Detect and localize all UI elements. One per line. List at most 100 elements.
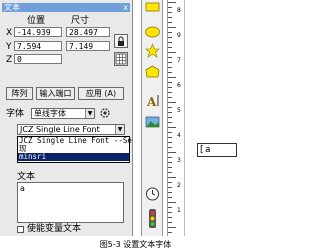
ruler-label: 9: [177, 32, 181, 39]
y-label: Y: [6, 42, 12, 52]
ruler-tick: [168, 132, 172, 133]
ruler-tick: [168, 172, 172, 173]
ruler-tick: [168, 152, 176, 153]
figure-caption: 图5-3 设置文本字体: [0, 238, 271, 251]
drawing-canvas[interactable]: [ a: [184, 0, 272, 236]
ruler-tick: [168, 102, 176, 103]
polygon-icon[interactable]: [145, 65, 160, 78]
text-object-on-canvas[interactable]: [ a: [197, 143, 237, 157]
ruler-tick: [168, 77, 176, 78]
variable-text-checkbox[interactable]: [17, 226, 24, 233]
ruler-label: 2: [177, 182, 181, 189]
ruler-tick: [168, 22, 172, 23]
ruler-tick: [168, 202, 176, 203]
size-label: 尺寸: [71, 16, 90, 26]
rectangle-icon[interactable]: [145, 2, 160, 12]
svg-text:A: A: [146, 95, 157, 109]
ruler-tick: [168, 122, 172, 123]
text-tool-icon[interactable]: A: [146, 95, 159, 109]
drawing-toolbar: A: [141, 0, 163, 236]
font-type-value: 单线字体: [34, 109, 66, 118]
ruler-tick: [168, 192, 172, 193]
z-label: Z: [6, 55, 13, 65]
ruler-tick: [168, 87, 172, 88]
ruler-tick: [168, 142, 172, 143]
width-field[interactable]: 28.497: [66, 27, 110, 37]
lock-icon: [118, 36, 124, 46]
ruler-tick: [168, 167, 172, 168]
text-label: 文本: [17, 172, 36, 182]
font-list-item-selected[interactable]: minsri: [18, 153, 129, 161]
ruler-tick: [168, 27, 176, 28]
ruler-tick: [168, 52, 176, 53]
font-name-value: JCZ Single Line Font: [20, 125, 100, 134]
ruler-tick: [168, 107, 172, 108]
apply-button[interactable]: 应用 (A): [78, 87, 124, 100]
ruler-tick: [168, 37, 172, 38]
ruler-tick: [168, 212, 172, 213]
ruler-tick: [168, 232, 172, 233]
ruler-tick: [168, 197, 172, 198]
font-list-item[interactable]: JCZ Single Line Font --Se: [18, 137, 132, 145]
ruler-tick: [168, 207, 172, 208]
ruler-tick: [168, 92, 172, 93]
ruler-tick: [168, 82, 172, 83]
ruler-label: 5: [177, 107, 181, 114]
y-position-field[interactable]: 7.594: [14, 41, 62, 51]
apply-button-key: (A): [104, 89, 117, 98]
array-button[interactable]: 阵列: [6, 87, 33, 100]
font-label: 字体: [6, 109, 25, 119]
ruler-tick: [168, 222, 172, 223]
variable-text-label: 使能变量文本: [27, 224, 82, 234]
canvas-text-cursor-mark: [: [200, 145, 204, 155]
ruler-tick: [168, 7, 172, 8]
timer-icon[interactable]: [146, 187, 159, 201]
ruler-tick: [168, 47, 172, 48]
chevron-down-icon: ▼: [115, 125, 124, 134]
text-content-input[interactable]: a: [17, 182, 124, 223]
font-name-dropdown-list[interactable]: JCZ Single Line Font --Se 现 minsri: [17, 136, 132, 163]
font-name-select[interactable]: JCZ Single Line Font ▼: [17, 124, 125, 135]
ruler-label: 6: [177, 82, 181, 89]
ruler-tick: [168, 117, 172, 118]
x-position-field[interactable]: -14.939: [14, 27, 62, 37]
ruler-tick: [168, 187, 172, 188]
ruler-tick: [168, 182, 172, 183]
chevron-down-icon: ▼: [85, 109, 94, 118]
gear-icon: [100, 108, 110, 118]
ruler-tick: [168, 32, 172, 33]
font-type-select[interactable]: 单线字体 ▼: [31, 108, 95, 119]
ruler-tick: [168, 2, 176, 3]
ruler-tick: [168, 72, 172, 73]
panel-title: 文本: [4, 3, 20, 12]
star-icon[interactable]: [145, 43, 160, 58]
z-position-field[interactable]: 0: [14, 54, 62, 64]
input-port-button[interactable]: 输入端口: [36, 87, 75, 100]
ruler-tick: [168, 162, 172, 163]
ruler-tick: [168, 157, 172, 158]
toolbar-icons: A: [145, 2, 160, 228]
ruler-label: 4: [177, 132, 181, 139]
traffic-light-icon[interactable]: [149, 209, 156, 228]
x-label: X: [6, 28, 13, 38]
ellipse-icon[interactable]: [145, 26, 160, 38]
canvas-text: a: [205, 145, 211, 155]
anchor-grid-icon: [115, 53, 127, 65]
ruler-label: 7: [177, 57, 181, 64]
ruler-tick: [168, 227, 176, 228]
position-label: 位置: [27, 16, 46, 26]
ruler-tick: [168, 147, 172, 148]
lock-ratio-button[interactable]: [114, 34, 128, 48]
ruler-tick: [168, 112, 172, 113]
ruler-tick: [168, 97, 172, 98]
font-settings-button[interactable]: [99, 107, 111, 119]
close-icon[interactable]: x: [123, 3, 128, 12]
height-field[interactable]: 7.149: [66, 41, 110, 51]
ruler-label: 3: [177, 157, 181, 164]
ruler-tick: [168, 67, 172, 68]
ruler-tick: [168, 62, 172, 63]
ruler-tick: [168, 42, 172, 43]
panel-titlebar: 文本 x: [2, 3, 130, 12]
bitmap-icon[interactable]: [145, 116, 160, 128]
anchor-grid-button[interactable]: [114, 52, 128, 66]
